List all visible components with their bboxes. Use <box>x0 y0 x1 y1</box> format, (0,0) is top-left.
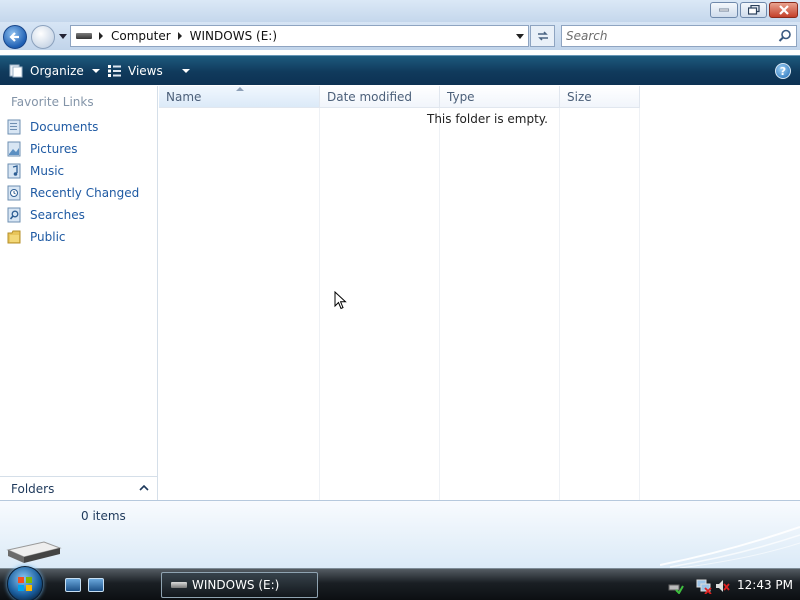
address-bar[interactable]: Computer WINDOWS (E:) <box>70 25 529 47</box>
sidebar-item-label: Music <box>30 164 65 178</box>
sidebar-item-recently-changed[interactable]: Recently Changed <box>6 184 139 202</box>
help-button[interactable]: ? <box>775 63 791 79</box>
public-folder-icon <box>6 229 22 245</box>
recent-pages-button[interactable] <box>58 30 68 42</box>
chevron-up-icon <box>139 485 149 491</box>
documents-icon <box>6 119 22 135</box>
searches-icon <box>6 207 22 223</box>
volume-muted-icon[interactable] <box>715 578 731 594</box>
column-header-label: Date modified <box>327 89 413 104</box>
help-icon: ? <box>779 64 787 78</box>
search-box[interactable] <box>561 25 797 47</box>
column-divider <box>639 108 640 500</box>
drive-icon <box>171 582 187 588</box>
maximize-button[interactable] <box>740 2 767 18</box>
column-header-size[interactable]: Size <box>560 86 640 108</box>
sidebar-item-label: Documents <box>30 120 99 134</box>
folders-label: Folders <box>11 481 55 496</box>
title-bar <box>0 0 800 22</box>
sidebar-item-label: Public <box>30 230 66 244</box>
safely-remove-hardware-icon[interactable] <box>668 578 684 594</box>
breadcrumb-computer[interactable]: Computer <box>111 29 171 43</box>
minimize-button[interactable] <box>710 2 738 18</box>
back-button[interactable] <box>3 25 27 49</box>
recently-changed-icon <box>6 185 22 201</box>
column-header-name[interactable]: Name <box>159 86 320 108</box>
folders-toggle[interactable]: Folders <box>0 476 158 500</box>
close-icon <box>778 5 789 15</box>
file-list[interactable]: Name Date modified Type Size This folder… <box>159 86 800 500</box>
start-button[interactable] <box>7 566 43 600</box>
item-count: 0 items <box>81 509 126 523</box>
column-divider <box>439 108 440 500</box>
taskbar-window-label: WINDOWS (E:) <box>192 578 280 592</box>
column-header-label: Size <box>567 89 592 104</box>
show-desktop-icon[interactable] <box>65 578 81 592</box>
pictures-icon <box>6 141 22 157</box>
search-input[interactable] <box>566 28 766 44</box>
decorative-swoosh <box>660 526 800 568</box>
views-button[interactable]: Views <box>107 61 190 81</box>
organize-button[interactable]: Organize <box>8 61 100 81</box>
breadcrumb-separator-icon[interactable] <box>99 32 103 40</box>
refresh-icon <box>537 31 548 41</box>
removable-drive-icon <box>6 541 62 563</box>
refresh-button[interactable] <box>530 25 555 47</box>
sidebar-item-pictures[interactable]: Pictures <box>6 140 78 158</box>
music-icon <box>6 163 22 179</box>
column-header-type[interactable]: Type <box>440 86 560 108</box>
switch-windows-icon[interactable] <box>88 578 104 592</box>
maximize-icon <box>747 5 760 15</box>
organize-icon <box>9 64 23 78</box>
breadcrumb-separator-icon[interactable] <box>177 32 182 40</box>
address-dropdown-icon[interactable] <box>516 34 524 39</box>
windows-logo-icon <box>18 577 32 591</box>
sidebar-item-label: Searches <box>30 208 85 222</box>
taskbar-window-button[interactable]: WINDOWS (E:) <box>161 572 318 598</box>
column-divider <box>319 108 320 500</box>
minimize-icon <box>719 8 729 12</box>
sidebar-item-label: Pictures <box>30 142 78 156</box>
breadcrumb-current-drive[interactable]: WINDOWS (E:) <box>190 29 277 43</box>
taskbar: WINDOWS (E:) 12:43 PM <box>0 566 800 600</box>
column-header-label: Name <box>166 89 202 104</box>
forward-button[interactable] <box>31 25 55 49</box>
column-header-date-modified[interactable]: Date modified <box>320 86 440 108</box>
sort-ascending-icon <box>236 87 244 91</box>
details-pane: 0 items <box>0 500 800 568</box>
close-button[interactable] <box>769 2 798 18</box>
sidebar-item-documents[interactable]: Documents <box>6 118 98 136</box>
views-label: Views <box>128 64 163 78</box>
system-clock[interactable]: 12:43 PM <box>737 578 793 592</box>
empty-folder-message: This folder is empty. <box>427 112 548 126</box>
sidebar-item-searches[interactable]: Searches <box>6 206 85 224</box>
chevron-down-icon <box>59 33 67 39</box>
address-row: Computer WINDOWS (E:) <box>0 22 800 50</box>
navigation-pane: Favorite Links Documents Pictures Music … <box>0 86 158 500</box>
sidebar-item-public[interactable]: Public <box>6 228 66 246</box>
back-arrow-icon <box>9 32 19 42</box>
mouse-cursor-icon <box>334 291 347 310</box>
drive-icon <box>76 33 92 39</box>
favorite-links-heading: Favorite Links <box>11 95 94 109</box>
column-header-label: Type <box>447 89 475 104</box>
column-divider <box>559 108 560 500</box>
sidebar-item-music[interactable]: Music <box>6 162 64 180</box>
organize-dropdown-icon <box>91 69 100 73</box>
organize-label: Organize <box>30 64 84 78</box>
sidebar-item-label: Recently Changed <box>30 186 140 200</box>
search-icon[interactable] <box>778 29 792 43</box>
views-dropdown-icon[interactable] <box>181 69 190 73</box>
command-bar: Organize Views ? <box>0 55 800 85</box>
network-icon[interactable] <box>696 578 712 594</box>
views-icon <box>108 65 121 77</box>
